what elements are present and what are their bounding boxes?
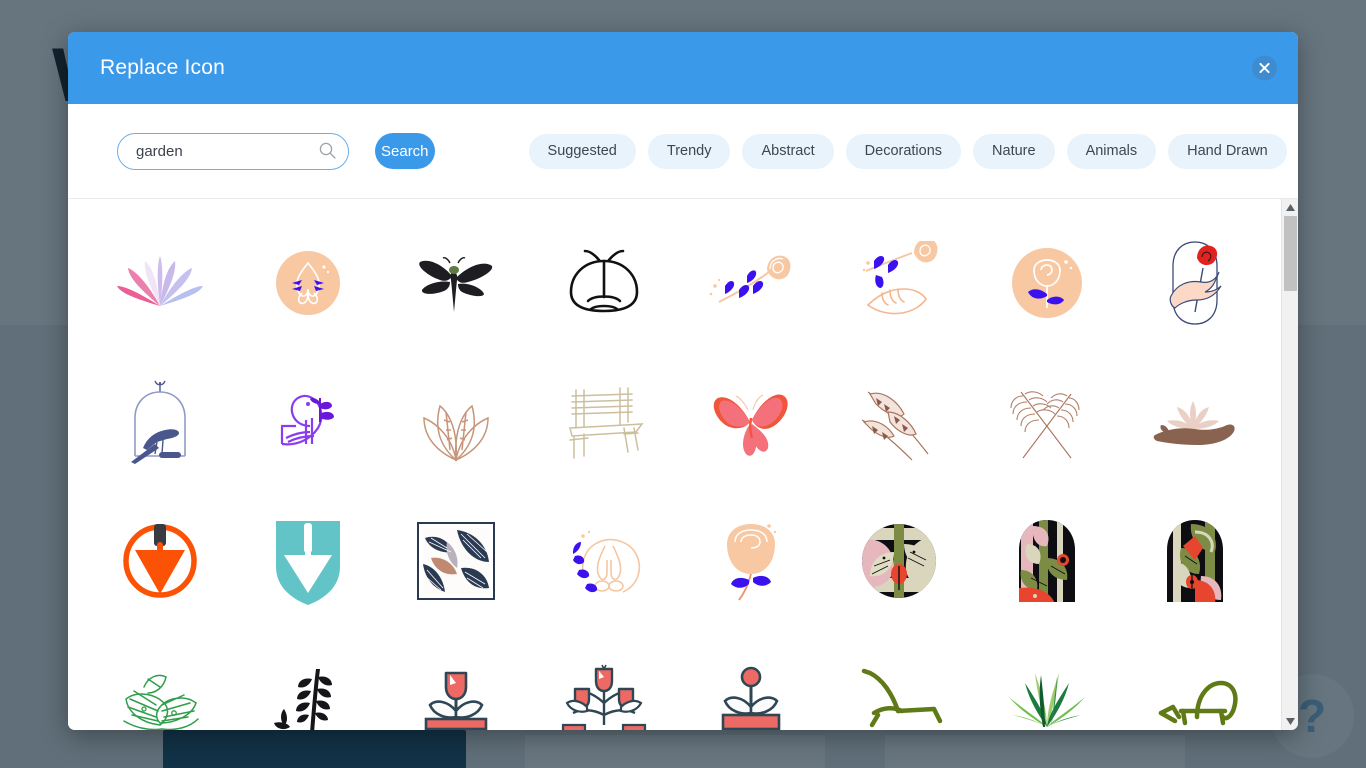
monstera-sketch-icon[interactable] xyxy=(86,630,234,730)
scroll-down-icon[interactable] xyxy=(1281,713,1298,730)
scrollbar-thumb[interactable] xyxy=(1283,216,1297,291)
category-chip-trendy[interactable]: Trendy xyxy=(647,133,731,169)
park-bench-icon[interactable] xyxy=(530,352,678,491)
category-chip-handdrawn[interactable]: Hand Drawn xyxy=(1168,133,1287,169)
grass-tuft-icon[interactable] xyxy=(973,630,1121,730)
background-card-secondary xyxy=(525,735,825,768)
search-field-wrapper xyxy=(117,132,349,170)
category-chip-decorations[interactable]: Decorations xyxy=(845,133,962,169)
tulip-bouquet-planter-icon[interactable] xyxy=(530,630,678,730)
lotus-flower-icon[interactable] xyxy=(86,213,234,352)
feathers-pair-icon[interactable] xyxy=(825,352,973,491)
lounge-chair-icon[interactable] xyxy=(825,630,973,730)
scissors-circle-icon[interactable] xyxy=(530,491,678,630)
hand-with-red-rose-icon[interactable] xyxy=(1121,213,1269,352)
search-button[interactable]: Search xyxy=(375,133,435,169)
search-toolbar: Search Suggested Trendy Abstract Decorat… xyxy=(68,104,1298,199)
botanical-arch-left-icon[interactable] xyxy=(973,491,1121,630)
rose-branch-icon[interactable] xyxy=(678,213,826,352)
background-card-primary xyxy=(163,730,466,768)
tropical-leaves-frame-icon[interactable] xyxy=(382,491,530,630)
dragonfly-icon[interactable] xyxy=(382,213,530,352)
close-icon[interactable] xyxy=(1252,55,1277,81)
fern-sprig-icon[interactable] xyxy=(234,630,382,730)
scroll-up-icon[interactable] xyxy=(1281,199,1298,216)
category-chip-animals[interactable]: Animals xyxy=(1066,133,1157,169)
results-scrollbar[interactable] xyxy=(1281,199,1298,730)
hand-holding-rose-icon[interactable] xyxy=(825,213,973,352)
garden-parasol-chair-icon[interactable] xyxy=(1121,630,1269,730)
category-chip-abstract[interactable]: Abstract xyxy=(742,133,834,169)
category-chip-list: Suggested Trendy Abstract Decorations Na… xyxy=(528,133,1287,169)
leaves-bouquet-icon[interactable] xyxy=(382,352,530,491)
rose-monogram-circle-icon[interactable] xyxy=(234,213,382,352)
replace-icon-dialog: Replace Icon Search Suggested Trendy Abs… xyxy=(68,32,1298,730)
botanical-arch-right-icon[interactable] xyxy=(1121,491,1269,630)
peach-rose-icon[interactable] xyxy=(678,491,826,630)
search-icon[interactable] xyxy=(319,142,336,159)
search-input[interactable] xyxy=(117,132,349,170)
category-chip-nature[interactable]: Nature xyxy=(973,133,1055,169)
crossed-palm-fronds-icon[interactable] xyxy=(973,352,1121,491)
scrollbar-track[interactable] xyxy=(1282,216,1299,713)
dialog-header: Replace Icon xyxy=(68,32,1298,104)
category-chip-suggested[interactable]: Suggested xyxy=(528,133,636,169)
bird-with-branch-icon[interactable] xyxy=(234,352,382,491)
hand-holding-leaf-icon[interactable] xyxy=(1121,352,1269,491)
botanical-medallion-icon[interactable] xyxy=(825,491,973,630)
dialog-title: Replace Icon xyxy=(100,56,225,79)
birdcage-icon[interactable] xyxy=(86,352,234,491)
background-card-tertiary xyxy=(885,735,1185,768)
trowel-circle-icon[interactable] xyxy=(86,491,234,630)
potted-sprout-icon[interactable] xyxy=(678,630,826,730)
tulip-planter-icon[interactable] xyxy=(382,630,530,730)
butterfly-icon[interactable] xyxy=(678,352,826,491)
rose-circle-badge-icon[interactable] xyxy=(973,213,1121,352)
icon-results-grid xyxy=(68,199,1281,730)
results-area xyxy=(68,199,1298,730)
trowel-shield-icon[interactable] xyxy=(234,491,382,630)
ladybug-outline-icon[interactable] xyxy=(530,213,678,352)
